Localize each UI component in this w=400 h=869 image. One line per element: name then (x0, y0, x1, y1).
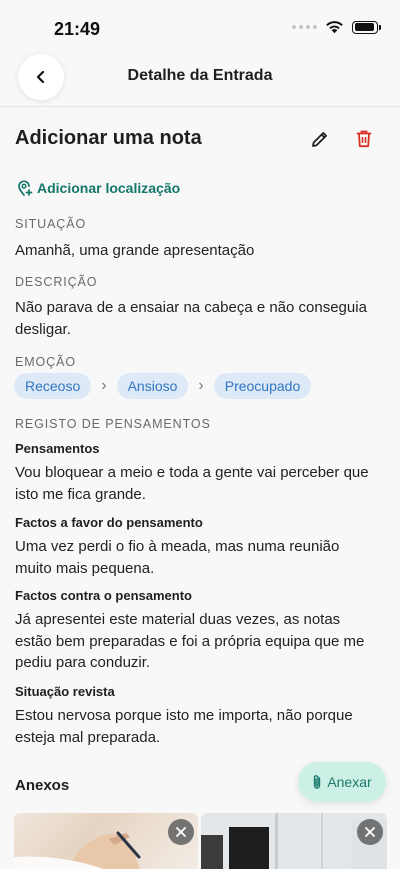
revised-situation-text: Estou nervosa porque isto me importa, nã… (15, 707, 353, 746)
add-location-label: Adicionar localização (37, 180, 181, 196)
emotion-chip[interactable]: Preocupado (213, 373, 312, 399)
attachment-image (14, 831, 141, 869)
attachment-image (201, 813, 387, 869)
attachment-thumbnail[interactable] (201, 813, 387, 869)
facts-against-title: Factos contra o pensamento (15, 588, 192, 603)
emotion-chip[interactable]: Ansioso (116, 373, 189, 399)
facts-against-text: Já apresentei este material duas vezes, … (15, 611, 365, 671)
emotion-label: EMOÇÃO (15, 355, 76, 369)
attachment-thumbnail[interactable] (14, 813, 198, 869)
page-title: Detalhe da Entrada (127, 67, 273, 84)
situation-text: Amanhã, uma grande apresentação (15, 242, 255, 259)
attach-label: Anexar (327, 774, 372, 790)
description-label: DESCRIÇÃO (15, 275, 98, 289)
thoughts-text: Vou bloquear a meio e toda a gente vai p… (15, 464, 369, 503)
chevron-right-icon: › (198, 377, 204, 394)
remove-attachment-button[interactable] (168, 819, 194, 845)
cellular-icon (292, 25, 317, 29)
add-location-icon (18, 180, 33, 196)
revised-situation-title: Situação revista (15, 684, 115, 699)
entry-title: Adicionar uma nota (15, 127, 202, 149)
wifi-icon (326, 21, 343, 34)
close-icon (365, 827, 375, 837)
attachments-title: Anexos (15, 777, 70, 794)
add-location-link[interactable]: Adicionar localização (17, 180, 180, 196)
remove-attachment-button[interactable] (357, 819, 383, 845)
delete-button[interactable] (349, 124, 379, 154)
paperclip-icon (314, 775, 321, 789)
attach-button[interactable]: Anexar (298, 762, 386, 802)
chevron-right-icon: › (101, 377, 107, 394)
thoughts-title: Pensamentos (15, 441, 100, 456)
thought-record-label: REGISTO DE PENSAMENTOS (15, 417, 211, 431)
emotion-chip[interactable]: Receoso (14, 373, 92, 399)
edit-button[interactable] (305, 124, 335, 154)
battery-icon (352, 20, 381, 34)
nav-bar: Detalhe da Entrada (0, 50, 400, 107)
facts-for-title: Factos a favor do pensamento (15, 515, 203, 530)
pencil-icon (312, 132, 327, 147)
emotion-chips: Receoso › Ansioso › Preocupado (14, 373, 312, 399)
status-icons (292, 20, 381, 34)
status-time: 21:49 (54, 19, 101, 39)
description-text: Não parava de a ensaiar na cabeça e não … (15, 299, 367, 338)
trash-icon (356, 130, 372, 148)
situation-label: SITUAÇÃO (15, 217, 87, 231)
close-icon (176, 827, 186, 837)
status-bar: 21:49 (0, 0, 400, 56)
facts-for-text: Uma vez perdi o fio à meada, mas numa re… (15, 538, 340, 577)
